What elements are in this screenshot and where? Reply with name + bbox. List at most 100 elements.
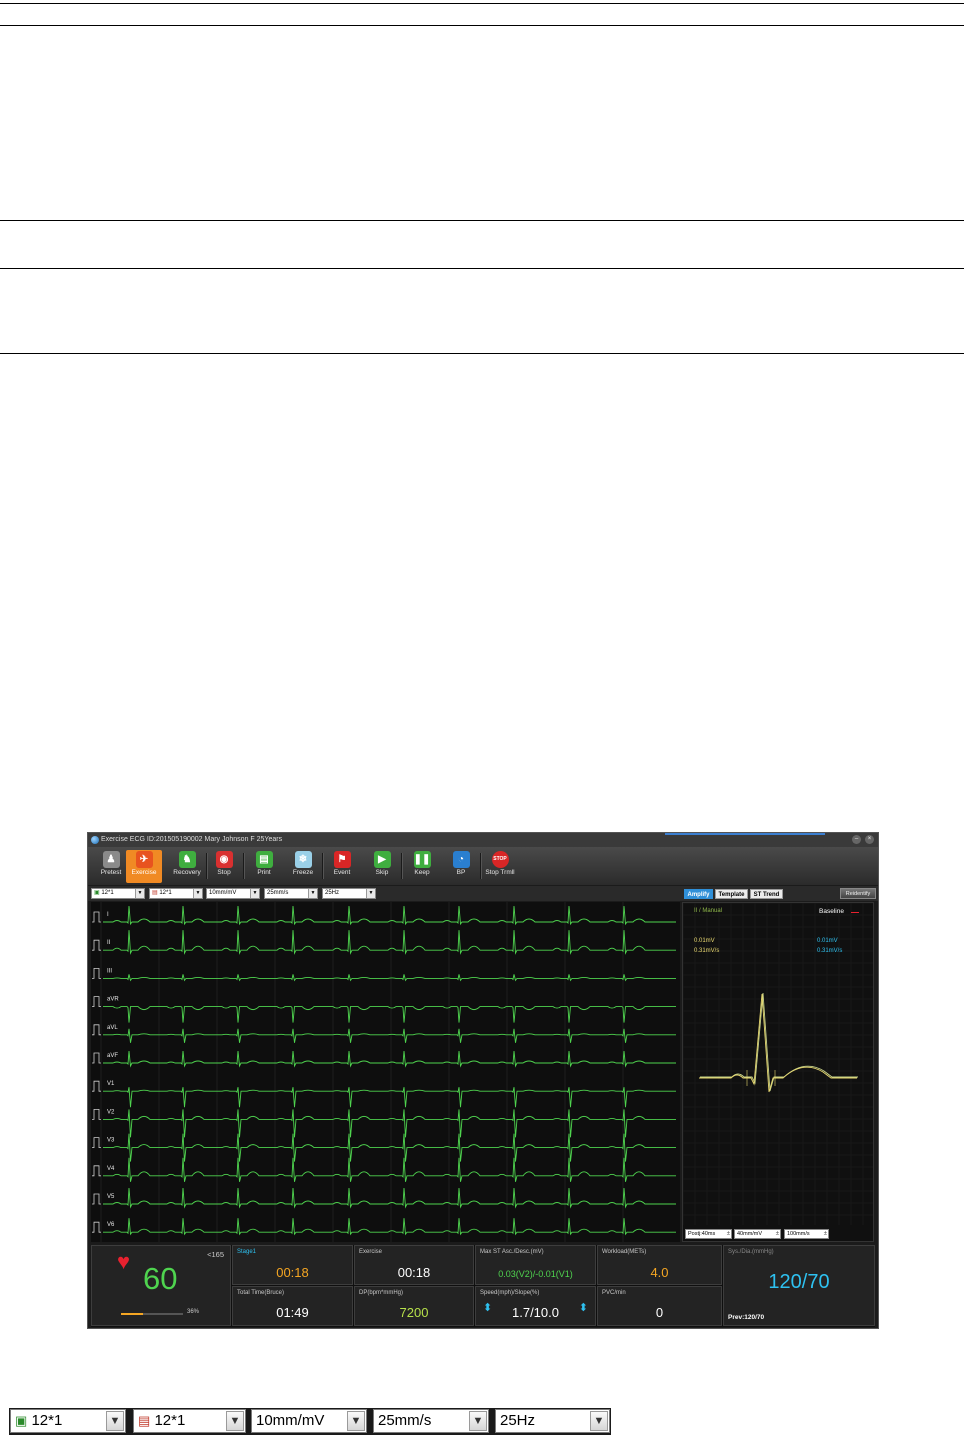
- heart-icon: ♥: [117, 1249, 131, 1274]
- calibration-pulse: [92, 1165, 101, 1177]
- printer-icon: ▤: [255, 851, 273, 868]
- max-st-cell: Max ST Asc./Desc.(mV) 0.03(V2)/-0.01(V1): [475, 1245, 596, 1285]
- lead-label: V5: [107, 1194, 115, 1200]
- recovery-button[interactable]: ♞ Recovery: [169, 850, 205, 883]
- ecg-trace-v3: [103, 1133, 676, 1162]
- workload-value: 4.0: [650, 1265, 669, 1280]
- chevron-down-icon[interactable]: ▼: [347, 1411, 365, 1431]
- stop-button[interactable]: ◉ Stop: [206, 850, 242, 883]
- bp-button[interactable]: ◔ BP: [443, 850, 479, 883]
- exercise-time-cell: Exercise 00:18: [354, 1245, 474, 1285]
- lead-label: V1: [107, 1081, 115, 1087]
- filter-select[interactable]: 25Hz ▼: [322, 888, 376, 899]
- chevron-down-icon[interactable]: ▼: [590, 1411, 608, 1431]
- calibration-pulse: [92, 939, 101, 951]
- total-time: 01:49: [276, 1305, 309, 1320]
- lead-label: aVR: [107, 997, 119, 1003]
- tab-template[interactable]: Template: [715, 889, 748, 899]
- app-logo-icon: [91, 836, 99, 844]
- postj-stepper[interactable]: Postj:40ms ±: [685, 1229, 732, 1239]
- calibration-pulse: [92, 1193, 101, 1205]
- event-button[interactable]: ⚑ Event: [324, 850, 360, 883]
- max-st-value: 0.03(V2)/-0.01(V1): [498, 1269, 573, 1279]
- exercise-time: 00:18: [397, 1265, 431, 1280]
- ecg-trace-v4: [103, 1157, 676, 1182]
- skip-button[interactable]: ▶ Skip: [364, 850, 400, 883]
- toolbar-label: Print: [257, 869, 271, 876]
- zoom-gain-select[interactable]: 10mm/mV ▼: [251, 1409, 367, 1433]
- hr-percent-track: [121, 1313, 183, 1315]
- total-time-cell: Total Time(Bruce) 01:49: [232, 1286, 353, 1326]
- amplify-speed-stepper[interactable]: 100mm/s ±: [784, 1229, 829, 1239]
- exercise-button[interactable]: ✈ Exercise: [126, 850, 162, 883]
- flag-icon: ⚑: [333, 851, 351, 868]
- title-progress-bar: [665, 833, 825, 835]
- print-layout-select[interactable]: ▤ 12*1 ▼: [149, 888, 203, 899]
- calibration-pulse: [92, 1221, 101, 1233]
- pretest-button[interactable]: ♟ Pretest: [93, 850, 129, 883]
- close-icon[interactable]: ×: [865, 835, 874, 844]
- stop-trmll-button[interactable]: STOP Stop Trmll: [482, 850, 518, 883]
- toolbar-separator: [401, 853, 403, 879]
- calibration-pulse: [92, 968, 101, 979]
- zoom-display-layout-select[interactable]: ▣ 12*1 ▼: [10, 1409, 126, 1433]
- snowflake-icon: ❄: [294, 851, 312, 868]
- chevron-down-icon[interactable]: ▼: [106, 1411, 124, 1431]
- ecg-trace-i: [103, 905, 676, 926]
- keep-button[interactable]: ❚❚ Keep: [404, 850, 440, 883]
- toolbar-separator: [243, 853, 245, 879]
- amplify-gain-stepper[interactable]: 40mm/mV ±: [734, 1229, 781, 1239]
- control-row: ▣ 12*1 ▼ ▤ 12*1 ▼ 10mm/mV ▼ 25mm/s ▼ 25Hz ▼ A…: [88, 886, 878, 901]
- reidentify-button[interactable]: Reidentify: [840, 888, 876, 899]
- current-st-slope: 0.31mV/s: [694, 948, 720, 954]
- plus-minus-icon[interactable]: ±: [824, 1230, 827, 1238]
- zoom-filter-select[interactable]: 25Hz ▼: [495, 1409, 610, 1433]
- speed-select[interactable]: 25mm/s ▼: [264, 888, 318, 899]
- plus-minus-icon[interactable]: ±: [727, 1230, 730, 1238]
- rule-2: [0, 25, 964, 26]
- zoomed-control-strip: ▣ 12*1 ▼ ▤ 12*1 ▼ 10mm/mV ▼ 25mm/s ▼ 25H…: [9, 1408, 611, 1435]
- freeze-button[interactable]: ❄ Freeze: [285, 850, 321, 883]
- lead-label: II: [107, 940, 111, 946]
- zoom-print-layout-select[interactable]: ▤ 12*1 ▼: [133, 1409, 246, 1433]
- plus-minus-icon[interactable]: ±: [776, 1230, 779, 1238]
- top-rule: [0, 3, 964, 4]
- window-title: Exercise ECG ID:201505190002 Mary Johnso…: [101, 836, 283, 843]
- baseline-st-value: 0.01mV: [817, 938, 838, 944]
- minimize-icon[interactable]: –: [852, 835, 861, 844]
- heart-rate-value: 60: [143, 1261, 178, 1296]
- print-button[interactable]: ▤ Print: [246, 850, 282, 883]
- speed-slope-value: 1.7/10.0: [512, 1305, 559, 1320]
- pvc-value: 0: [655, 1305, 664, 1320]
- lead-label: V4: [107, 1166, 115, 1172]
- ecg-trace-v2: [103, 1109, 676, 1138]
- zoom-speed-select[interactable]: 25mm/s ▼: [373, 1409, 489, 1433]
- baseline-legend-line: [851, 912, 859, 913]
- display-layout-select[interactable]: ▣ 12*1 ▼: [91, 888, 145, 899]
- rule-5: [0, 353, 964, 354]
- rule-3: [0, 220, 964, 221]
- hr-percent-fill: [121, 1313, 144, 1315]
- skip-icon: ▶: [373, 851, 391, 868]
- toolbar-label: Event: [333, 869, 351, 876]
- toolbar-label: Pretest: [100, 869, 122, 876]
- chevron-down-icon[interactable]: ▼: [226, 1411, 244, 1431]
- speed-up-arrow-icon[interactable]: ⬍: [579, 1303, 588, 1314]
- speed-slope-cell: Speed(mph)/Slope(%) ⬍ 1.7/10.0 ⬍: [475, 1286, 596, 1326]
- calibration-pulse: [92, 996, 101, 1007]
- chevron-down-icon[interactable]: ▼: [469, 1411, 487, 1431]
- toolbar-label: BP: [456, 869, 466, 876]
- tab-amplify[interactable]: Amplify: [684, 889, 713, 899]
- toolbar-label: Freeze: [292, 869, 314, 876]
- stop-target-icon: ◉: [215, 851, 233, 868]
- walking-person-icon: ♞: [178, 851, 196, 868]
- ecg-trace-iii: [103, 974, 676, 982]
- lead-label: aVF: [107, 1053, 118, 1059]
- baseline-st-slope: 0.31mV/s: [817, 948, 843, 954]
- tab-st-trend[interactable]: ST Trend: [750, 889, 783, 899]
- gain-select[interactable]: 10mm/mV ▼: [206, 888, 260, 899]
- pause-icon: ❚❚: [413, 851, 431, 868]
- toolbar-label: Skip: [375, 869, 389, 876]
- lead-label: V3: [107, 1138, 115, 1144]
- blood-pressure-cell: Sys./Dia.(mmHg) 120/70 Prev:120/70: [723, 1245, 875, 1326]
